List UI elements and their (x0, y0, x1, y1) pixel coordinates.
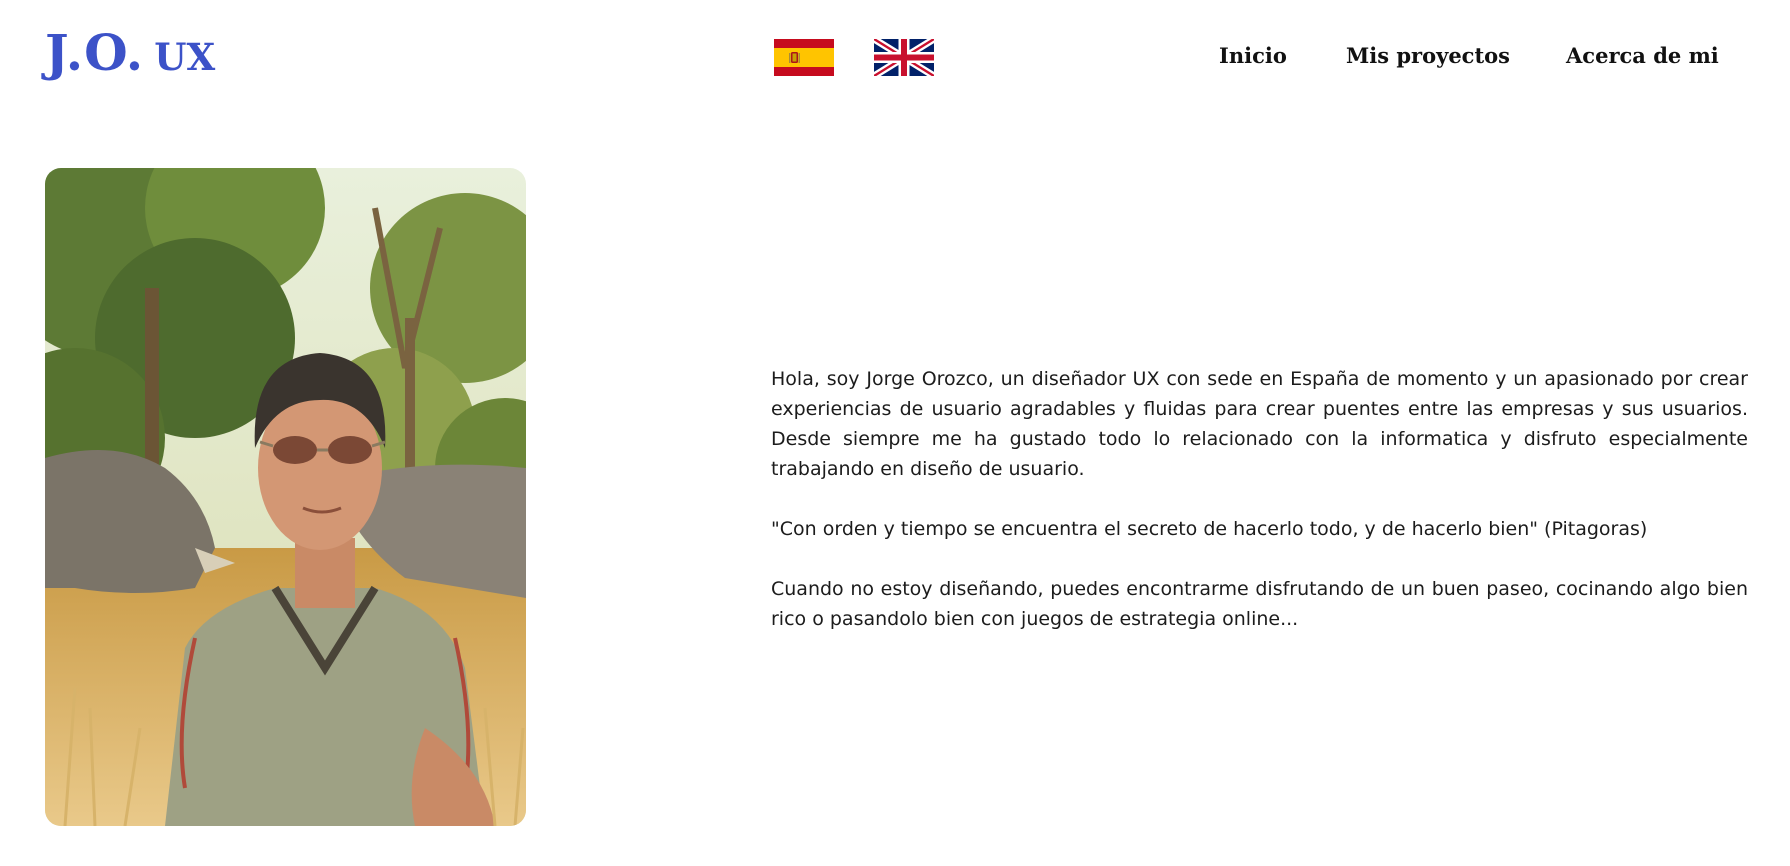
spain-flag-icon[interactable] (774, 39, 834, 76)
bio-hobbies: Cuando no estoy diseñando, puedes encont… (771, 578, 1748, 630)
bio-intro: Hola, soy Jorge Orozco, un diseñador UX … (771, 368, 1748, 480)
profile-photo (45, 168, 526, 826)
bio-section: Hola, soy Jorge Orozco, un diseñador UX … (771, 364, 1748, 664)
logo-initials: J.O. (45, 23, 145, 82)
site-logo[interactable]: J.O. UX (45, 28, 215, 78)
nav-inicio[interactable]: Inicio (1219, 43, 1287, 68)
nav-acerca-de-mi[interactable]: Acerca de mi (1566, 43, 1719, 68)
nav-mis-proyectos[interactable]: Mis proyectos (1346, 43, 1510, 68)
bio-quote: "Con orden y tiempo se encuentra el secr… (771, 518, 1648, 540)
uk-flag-icon[interactable] (874, 39, 934, 76)
logo-ux: UX (154, 35, 216, 79)
